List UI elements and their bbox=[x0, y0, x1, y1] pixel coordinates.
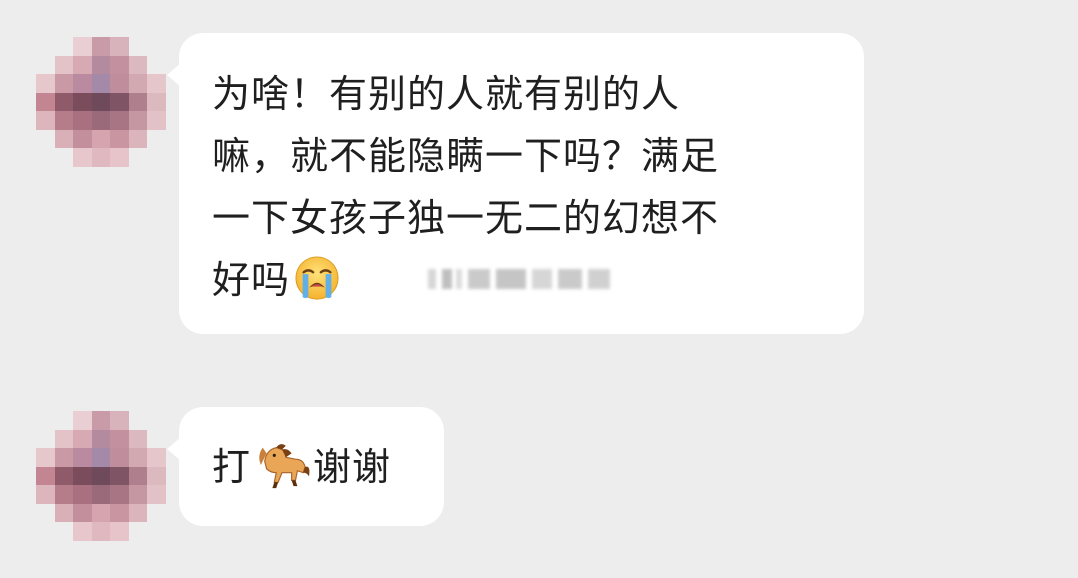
bubble-tail bbox=[167, 437, 181, 461]
message-line: 为啥！有别的人就有别的人 bbox=[212, 72, 681, 116]
message-bubble[interactable]: 为啥！有别的人就有别的人 嘛，就不能隐瞒一下吗？满足 一下女孩子独一无二的幻想不… bbox=[167, 33, 864, 334]
message-line-last: 好吗 bbox=[212, 249, 838, 311]
message-line: 嘛，就不能隐瞒一下吗？满足 bbox=[212, 134, 720, 178]
loudly-crying-face-icon bbox=[295, 256, 339, 300]
horse-icon bbox=[259, 444, 310, 489]
message-text-before: 打 bbox=[212, 445, 252, 489]
message-line: 一下女孩子独一无二的幻想不 bbox=[212, 196, 720, 240]
bubble-tail bbox=[167, 63, 181, 87]
message-bubble[interactable]: 打 谢谢 bbox=[167, 407, 444, 526]
blurred-timestamp bbox=[428, 265, 612, 291]
avatar[interactable] bbox=[36, 37, 166, 167]
message-line-text: 好吗 bbox=[212, 258, 291, 302]
avatar[interactable] bbox=[36, 411, 166, 541]
message-text-after: 谢谢 bbox=[313, 445, 392, 489]
message-line: 打 谢谢 bbox=[212, 436, 418, 498]
